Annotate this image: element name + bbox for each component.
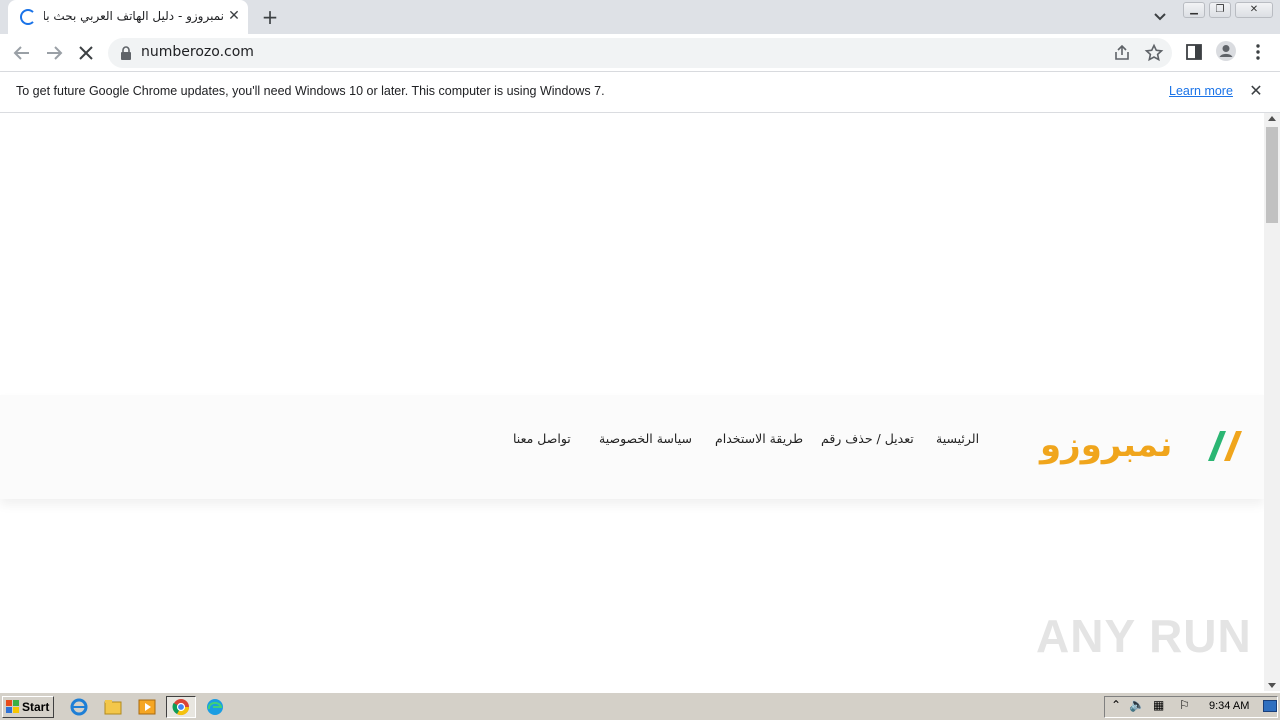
logo-text: نمبروزو: [1040, 425, 1173, 465]
learn-more-link[interactable]: Learn more: [1169, 84, 1233, 98]
url-text: numberozo.com: [141, 44, 254, 60]
main-nav: الرئيسية تعديل / حذف رقم طريقة الاستخدام…: [510, 431, 979, 451]
lock-icon: [121, 46, 131, 60]
volume-icon[interactable]: 🔈: [1129, 698, 1145, 713]
infobar-message: To get future Google Chrome updates, you…: [16, 84, 605, 98]
taskbar-clock[interactable]: 9:34 AM: [1209, 700, 1249, 712]
windows-taskbar: Start ⌃ 🔈 ▦ ⚐ 9:34 AM: [0, 692, 1280, 720]
chevron-down-icon[interactable]: [1150, 8, 1170, 26]
nav-edit-number[interactable]: تعديل / حذف رقم: [821, 431, 914, 446]
nav-contact-us[interactable]: تواصل معنا: [513, 431, 571, 446]
site-header: نمبروزو الرئيسية تعديل / حذف رقم طريقة ا…: [0, 395, 1264, 499]
update-infobar: To get future Google Chrome updates, you…: [0, 72, 1280, 113]
minimize-button[interactable]: ▁: [1183, 2, 1205, 18]
page-scrollbar[interactable]: [1264, 113, 1280, 691]
file-explorer-icon[interactable]: [102, 697, 124, 717]
chrome-taskbar-button[interactable]: [166, 696, 196, 718]
site-logo[interactable]: نمبروزو: [1040, 425, 1250, 465]
start-button[interactable]: Start: [2, 696, 54, 718]
media-player-icon[interactable]: [136, 697, 158, 717]
logo-mark-icon: [1208, 431, 1242, 461]
restore-button[interactable]: ❐: [1209, 2, 1231, 18]
profile-avatar-icon[interactable]: [1215, 40, 1237, 62]
browser-tab[interactable]: نمبروزو - دليل الهاتف العربي بحث بالاسم …: [8, 0, 248, 34]
anyrun-watermark: ANY RUN: [1036, 610, 1252, 662]
nav-how-to-use[interactable]: طريقة الاستخدام: [715, 431, 803, 446]
nav-privacy-policy[interactable]: سياسة الخصوصية: [599, 431, 692, 446]
new-tab-button[interactable]: +: [258, 5, 282, 29]
internet-explorer-icon[interactable]: [68, 697, 90, 717]
menu-dots-icon[interactable]: [1248, 42, 1268, 62]
network-icon[interactable]: ▦: [1153, 698, 1164, 712]
nav-home[interactable]: الرئيسية: [936, 431, 979, 446]
scroll-up-arrow-icon[interactable]: [1268, 116, 1276, 121]
forward-arrow-icon[interactable]: [42, 41, 66, 65]
show-hidden-icons-icon[interactable]: ⌃: [1111, 698, 1121, 712]
close-window-button[interactable]: ✕: [1235, 2, 1273, 18]
address-bar[interactable]: numberozo.com: [108, 38, 1172, 68]
tab-strip: نمبروزو - دليل الهاتف العربي بحث بالاسم …: [0, 0, 1280, 34]
browser-toolbar: numberozo.com: [0, 34, 1280, 72]
windows-logo-icon: [6, 700, 19, 713]
action-center-flag-icon[interactable]: ⚐: [1179, 698, 1190, 712]
tab-close-icon[interactable]: ✕: [226, 8, 242, 24]
tab-title: نمبروزو - دليل الهاتف العربي بحث بالاسم: [44, 9, 224, 23]
edge-icon[interactable]: [204, 697, 226, 717]
system-tray: ⌃ 🔈 ▦ ⚐ 9:34 AM: [1104, 696, 1278, 718]
stop-loading-icon[interactable]: [74, 41, 98, 65]
loading-spinner-icon: [20, 9, 36, 25]
share-icon[interactable]: [1112, 43, 1132, 63]
bookmark-star-icon[interactable]: [1144, 43, 1164, 63]
back-arrow-icon[interactable]: [10, 41, 34, 65]
page-viewport: نمبروزو الرئيسية تعديل / حذف رقم طريقة ا…: [0, 113, 1264, 691]
infobar-close-icon[interactable]: ✕: [1248, 83, 1264, 99]
chrome-icon: [172, 699, 190, 716]
show-desktop-icon[interactable]: [1263, 700, 1277, 712]
scroll-thumb[interactable]: [1266, 127, 1278, 223]
scroll-down-arrow-icon[interactable]: [1268, 683, 1276, 688]
start-label: Start: [22, 700, 50, 714]
side-panel-icon[interactable]: [1184, 42, 1204, 62]
